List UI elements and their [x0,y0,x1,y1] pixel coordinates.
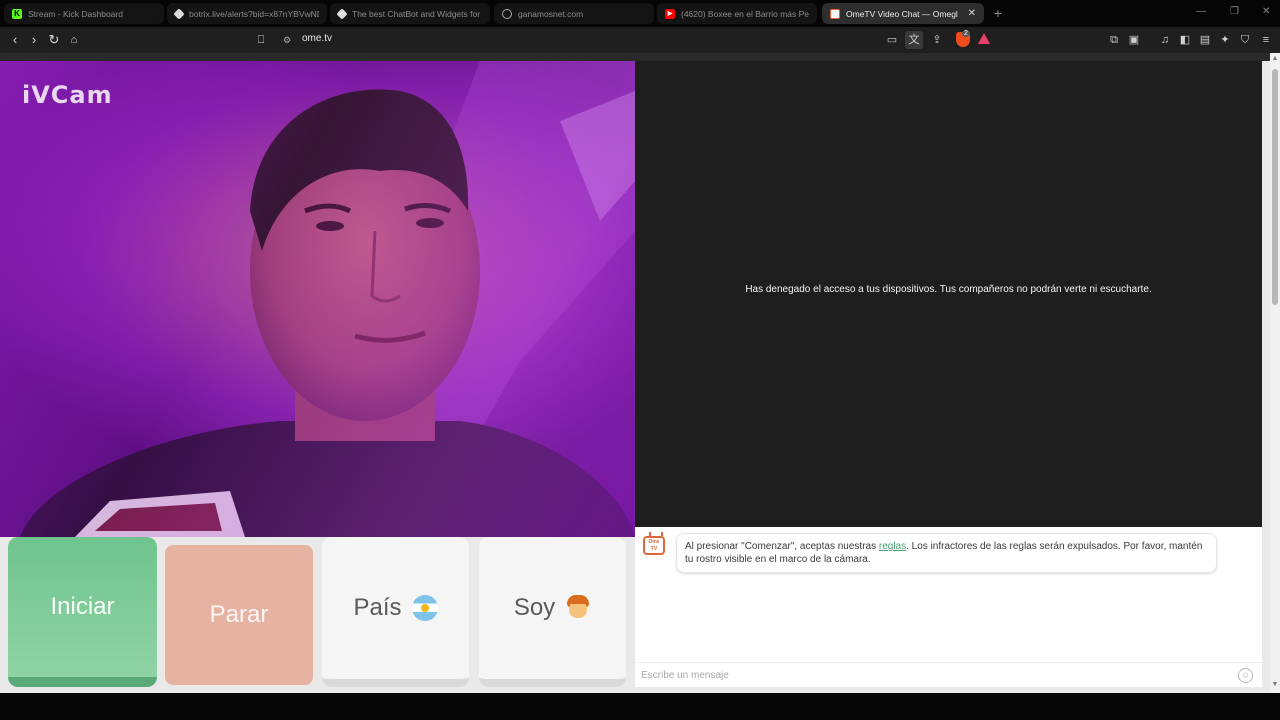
minimize-icon[interactable]: — [1196,6,1206,17]
brave-rewards-icon[interactable] [978,33,990,44]
scroll-up-icon[interactable]: ▲ [1271,55,1279,63]
browser-toolbar: ‹ › ↻ ⌂ ⎕ ⚙ ome.tv ▭ 文 ⇪ 2 ⧉ ▣ ♫ ◧ ▤ ✦ ⛉… [0,27,1280,53]
browser-tab-youtube[interactable]: ▶ (4620) Boxee en el Barrio más Peligr [657,3,817,24]
device-access-denied-message: Has denegado el acceso a tus dispositivo… [745,284,1152,295]
botrix-icon [173,7,185,20]
ometv-icon [830,8,840,19]
share-icon[interactable]: ⇪ [928,31,946,49]
country-filter-button[interactable]: País [322,537,469,687]
gender-label: Soy [513,594,556,621]
home-icon[interactable]: ⌂ [65,31,83,49]
message-composer: ☺ [635,662,1262,687]
translate-icon[interactable]: 文 [905,31,923,49]
media-icon[interactable]: ♫ [1156,31,1174,49]
sidebar-icon[interactable]: ◧ [1176,31,1194,49]
ivcam-watermark: iVCam [22,81,113,109]
message-input[interactable] [641,667,1231,684]
kick-icon: K [12,8,22,19]
browser-tab-botrix[interactable]: The best ChatBot and Widgets for Ki [330,3,490,24]
remote-video-panel: Has denegado el acceso a tus dispositivo… [635,61,1262,527]
rules-notice: Al presionar "Comenzar", aceptas nuestra… [676,533,1217,573]
browser-tab-ganamos[interactable]: ganamosnet.com [494,3,654,24]
cast-icon[interactable]: ▭ [883,31,901,49]
close-window-icon[interactable]: ✕ [1262,6,1270,17]
local-camera-video: iVCam [0,61,635,537]
globe-icon [502,8,512,19]
tab-title: botrix.live/alerts?bid=x87nYBVwND [189,8,319,19]
tab-strip: K Stream - Kick Dashboard botrix.live/al… [0,0,1280,27]
youtube-icon: ▶ [665,8,675,19]
tab-title: OmeTV Video Chat — Omegl [846,8,958,19]
wallet-icon[interactable]: ▤ [1196,31,1214,49]
tab-title: ganamosnet.com [518,8,584,19]
restore-icon[interactable]: ❐ [1230,6,1239,17]
browser-tab-ometv[interactable]: OmeTV Video Chat — Omegl ✕ [822,3,984,24]
rules-link[interactable]: reglas [879,541,906,552]
camera-light-overlay [0,61,635,537]
ometv-logo-icon: Ome TV [643,536,665,555]
close-tab-icon[interactable]: ✕ [968,8,976,19]
scroll-thumb[interactable] [1272,69,1278,305]
new-tab-button[interactable]: + [990,5,1006,21]
tab-title: (4620) Boxee en el Barrio más Peligr [681,8,809,19]
boy-emoji-icon [565,595,591,621]
bookmark-icon[interactable]: ⎕ [252,31,270,49]
botrix-icon [336,7,348,20]
gender-select-button[interactable]: Soy [479,537,626,687]
site-settings-icon[interactable]: ⚙ [278,31,296,49]
rules-notice-text-start: Al presionar "Comenzar", aceptas nuestra… [685,541,879,552]
forward-icon[interactable]: › [25,31,43,49]
chat-panel: Ome TV Al presionar "Comenzar", aceptas … [635,527,1262,687]
tab-title: The best ChatBot and Widgets for Ki [352,8,482,19]
url-text[interactable]: ome.tv [302,33,332,44]
shields-count-badge: 2 [962,30,970,37]
reload-icon[interactable]: ↻ [45,31,63,49]
start-button[interactable]: Iniciar [8,537,157,687]
page-top-strip [0,53,1270,61]
browser-tab-botrix-alerts[interactable]: botrix.live/alerts?bid=x87nYBVwND [167,3,327,24]
ometv-page: iVCam Has denegado el acceso a tus dispo… [0,53,1270,693]
browser-tab-kick[interactable]: K Stream - Kick Dashboard [4,3,164,24]
page-scrollbar[interactable]: ▲ ▼ [1270,53,1280,693]
menu-icon[interactable]: ≡ [1257,31,1275,49]
stop-button[interactable]: Parar [165,545,313,685]
leo-ai-icon[interactable]: ✦ [1216,31,1234,49]
emoji-icon[interactable]: ☺ [1238,668,1253,683]
extensions-icon[interactable]: ⧉ [1105,31,1123,49]
reader-icon[interactable]: ▣ [1125,31,1143,49]
scroll-down-icon[interactable]: ▼ [1271,681,1279,689]
country-label: País [353,594,402,621]
argentina-flag-icon [411,595,438,621]
back-icon[interactable]: ‹ [6,31,24,49]
vpn-icon[interactable]: ⛉ [1236,31,1254,49]
window-bottom-edge [0,693,1280,720]
tab-title: Stream - Kick Dashboard [28,8,123,19]
